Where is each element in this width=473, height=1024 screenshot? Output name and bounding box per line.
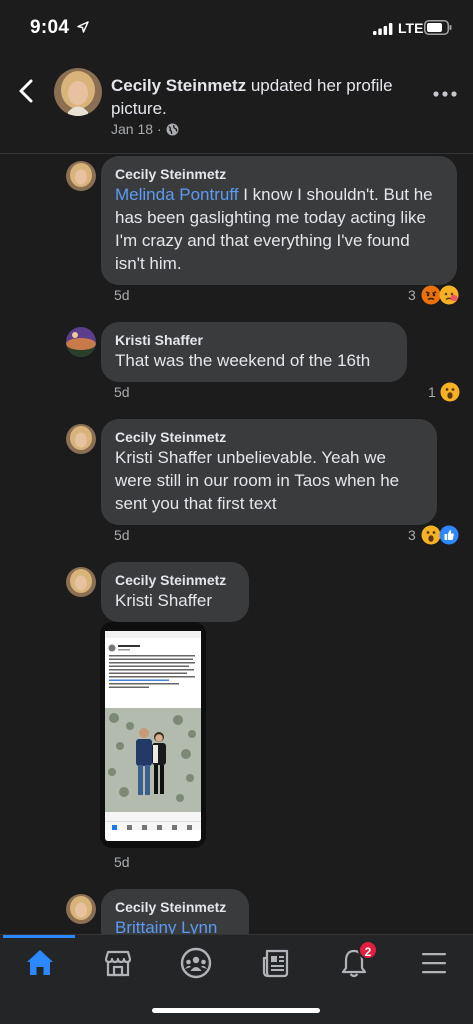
- reaction-count[interactable]: 3: [408, 287, 416, 303]
- network-type: LTE: [398, 20, 424, 36]
- sad-icon[interactable]: [439, 285, 459, 305]
- reaction-count[interactable]: 3: [408, 527, 416, 543]
- comment-time[interactable]: 5d: [114, 527, 130, 543]
- back-button[interactable]: [16, 78, 38, 104]
- meta-separator: ·: [157, 121, 162, 137]
- wow-icon[interactable]: [440, 382, 460, 402]
- home-indicator[interactable]: [152, 1008, 320, 1013]
- mention-link[interactable]: Melinda Pontruff: [115, 185, 238, 204]
- marketplace-icon[interactable]: [98, 943, 138, 983]
- comment-author[interactable]: Cecily Steinmetz: [115, 571, 235, 589]
- avatar[interactable]: [66, 567, 96, 597]
- comment-text: Kristi Shaffer: [115, 591, 213, 610]
- avatar[interactable]: [66, 894, 96, 924]
- globe-icon: [166, 123, 179, 135]
- post-header: Cecily Steinmetz updated her profile pic…: [0, 60, 473, 154]
- groups-icon[interactable]: [176, 943, 216, 983]
- comment-text: Kristi Shaffer unbelievable. Yeah we wer…: [115, 448, 400, 513]
- comment-text: That was the weekend of the 16th: [115, 351, 371, 370]
- status-time: 9:04: [30, 17, 70, 38]
- comment-author[interactable]: Cecily Steinmetz: [115, 165, 443, 183]
- menu-icon[interactable]: [414, 943, 454, 983]
- active-tab-indicator: [3, 935, 75, 938]
- status-bar: 9:04 LTE: [0, 0, 473, 52]
- news-icon[interactable]: [256, 943, 296, 983]
- angry-icon[interactable]: [421, 285, 441, 305]
- avatar[interactable]: [54, 68, 102, 116]
- post-title: Cecily Steinmetz updated her profile pic…: [111, 74, 421, 120]
- comment-bubble[interactable]: Cecily Steinmetz Kristi Shaffer unbeliev…: [101, 419, 437, 525]
- post-date[interactable]: Jan 18: [111, 121, 153, 137]
- battery-icon: [424, 20, 452, 35]
- author-name[interactable]: Cecily Steinmetz: [111, 76, 246, 95]
- avatar[interactable]: [66, 161, 96, 191]
- home-icon[interactable]: [20, 943, 60, 983]
- avatar[interactable]: [66, 327, 96, 357]
- comment-author[interactable]: Kristi Shaffer: [115, 331, 393, 349]
- like-icon[interactable]: [439, 525, 459, 545]
- reaction-count[interactable]: 1: [428, 384, 436, 400]
- comment-bubble[interactable]: Cecily Steinmetz Kristi Shaffer: [101, 562, 249, 622]
- notification-badge: 2: [358, 940, 378, 960]
- comment-time[interactable]: 5d: [114, 384, 130, 400]
- wow-icon[interactable]: [421, 525, 441, 545]
- more-options-button[interactable]: [432, 90, 458, 98]
- location-arrow-icon: [77, 21, 89, 33]
- comment-time[interactable]: 5d: [114, 854, 130, 870]
- avatar[interactable]: [66, 424, 96, 454]
- comment-time[interactable]: 5d: [114, 287, 130, 303]
- comment-text: Melinda Pontruff I know I shouldn't. But…: [115, 185, 433, 273]
- attached-screenshot[interactable]: [100, 622, 206, 848]
- comment-author[interactable]: Cecily Steinmetz: [115, 428, 423, 446]
- comment-author[interactable]: Cecily Steinmetz: [115, 898, 235, 916]
- comment-bubble[interactable]: Cecily Steinmetz Melinda Pontruff I know…: [101, 156, 457, 285]
- post-meta: Jan 18 ·: [111, 121, 179, 137]
- comment-bubble[interactable]: Kristi Shaffer That was the weekend of t…: [101, 322, 407, 382]
- signal-icon: [373, 23, 393, 35]
